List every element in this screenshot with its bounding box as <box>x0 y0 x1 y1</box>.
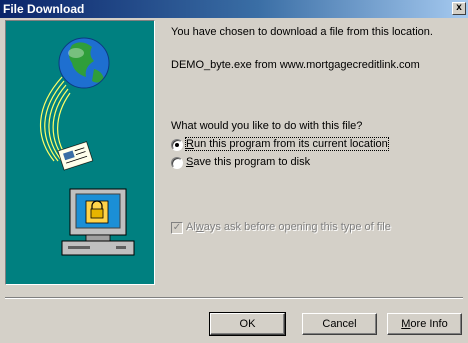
run-label-rest: un this program from its current locatio… <box>193 138 388 150</box>
save-radio[interactable] <box>171 157 183 169</box>
always-ask-rest: ays ask before opening this type of file <box>203 221 391 233</box>
computer-icon <box>61 188 135 256</box>
more-info-button[interactable]: More Info <box>387 313 462 335</box>
close-icon: x <box>456 2 462 13</box>
radio-selected-dot <box>175 143 179 147</box>
ok-button[interactable]: OK <box>209 312 286 336</box>
always-ask-checkbox[interactable]: ✓ <box>171 222 183 234</box>
always-ask-accel: w <box>195 221 204 233</box>
download-illustration <box>5 20 155 285</box>
document-icon <box>57 141 94 171</box>
close-button[interactable]: x <box>452 2 466 15</box>
cancel-button[interactable]: Cancel <box>302 313 377 335</box>
download-illustration-art <box>39 37 135 256</box>
more-info-rest: ore Info <box>410 318 448 330</box>
always-ask-prefix: Al <box>186 221 196 233</box>
save-option-label[interactable]: Save this program to disk <box>186 156 310 168</box>
question-text: What would you like to do with this file… <box>171 120 363 132</box>
cancel-label: Cancel <box>322 318 357 330</box>
run-option-label[interactable]: Run this program from its current locati… <box>185 137 389 151</box>
window-title: File Download <box>3 2 85 16</box>
globe-icon <box>58 37 110 89</box>
always-ask-label[interactable]: Always ask before opening this type of f… <box>186 221 391 233</box>
button-separator <box>5 297 463 299</box>
run-radio[interactable] <box>171 139 183 151</box>
intro-text: You have chosen to download a file from … <box>171 26 433 38</box>
file-source-text: DEMO_byte.exe from www.mortgagecreditlin… <box>171 59 420 71</box>
ok-label: OK <box>239 318 256 330</box>
run-accel: R <box>186 138 194 150</box>
title-bar[interactable]: File Download x <box>0 0 468 18</box>
save-label-rest: ave this program to disk <box>193 156 311 168</box>
